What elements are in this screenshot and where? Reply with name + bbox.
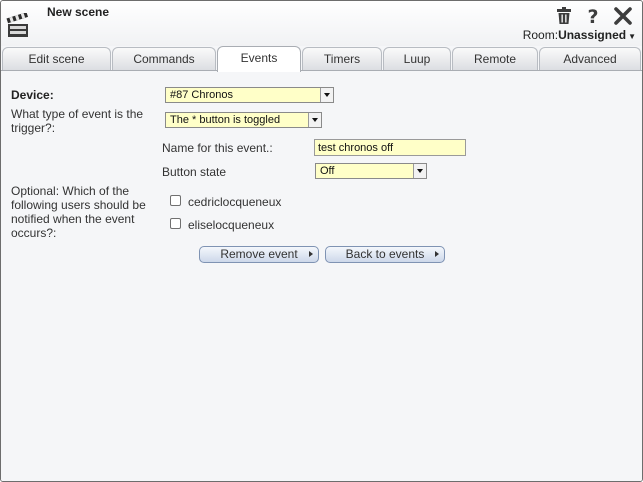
notify-users-label: Optional: Which of the following users s… [11, 184, 146, 240]
tab-commands[interactable]: Commands [112, 47, 216, 70]
button-state-select[interactable]: Off [315, 163, 427, 179]
device-select-value: #87 Chronos [170, 89, 233, 101]
arrow-right-icon [309, 251, 313, 257]
tab-luup[interactable]: Luup [383, 47, 451, 70]
tab-remote[interactable]: Remote [452, 47, 538, 70]
event-form: Device: #87 Chronos What type of event i… [1, 71, 642, 481]
user-name-eliselocqueneux: eliselocqueneux [188, 218, 275, 232]
device-select[interactable]: #87 Chronos [165, 87, 334, 103]
user-name-cedriclocqueneux: cedriclocqueneux [188, 195, 282, 209]
dialog-title: New scene [47, 5, 110, 19]
back-to-events-button[interactable]: Back to events [325, 246, 445, 263]
tab-bar: Edit scene Commands Events Timers Luup R… [1, 46, 642, 72]
room-value: Unassigned [558, 28, 627, 42]
user-checkbox-cedriclocqueneux[interactable] [170, 195, 181, 206]
remove-event-button[interactable]: Remove event [199, 246, 319, 263]
trigger-select[interactable]: The * button is toggled [165, 112, 322, 128]
help-icon[interactable]: ? [583, 5, 603, 27]
chevron-down-icon [413, 164, 426, 178]
tab-advanced[interactable]: Advanced [539, 47, 641, 70]
svg-text:?: ? [587, 6, 598, 27]
button-state-select-value: Off [320, 165, 335, 177]
chevron-down-icon: ▼ [628, 32, 636, 41]
close-icon[interactable] [613, 5, 633, 27]
trigger-select-value: The * button is toggled [170, 114, 281, 126]
room-label: Room: [522, 28, 559, 42]
tab-edit-scene[interactable]: Edit scene [2, 47, 111, 70]
remove-event-label: Remove event [220, 247, 298, 261]
device-label: Device: [11, 88, 54, 102]
room-selector[interactable]: Room:Unassigned ▼ [523, 28, 636, 42]
scene-dialog: New scene ? Room:Unassigned ▼ Edit scene … [0, 0, 643, 482]
back-to-events-label: Back to events [345, 247, 425, 261]
arrow-right-icon [435, 251, 439, 257]
chevron-down-icon [308, 113, 321, 127]
button-state-label: Button state [162, 165, 227, 179]
event-name-input[interactable] [314, 139, 466, 156]
trash-icon[interactable] [554, 5, 574, 27]
tab-timers[interactable]: Timers [302, 47, 382, 70]
trigger-label: What type of event is the trigger?: [11, 107, 144, 135]
user-checkbox-eliselocqueneux[interactable] [170, 218, 181, 229]
clapperboard-icon [6, 13, 29, 37]
dialog-header: New scene ? Room:Unassigned ▼ [1, 1, 642, 46]
chevron-down-icon [320, 88, 333, 102]
tab-events[interactable]: Events [217, 46, 301, 72]
event-name-label: Name for this event.: [162, 141, 273, 155]
